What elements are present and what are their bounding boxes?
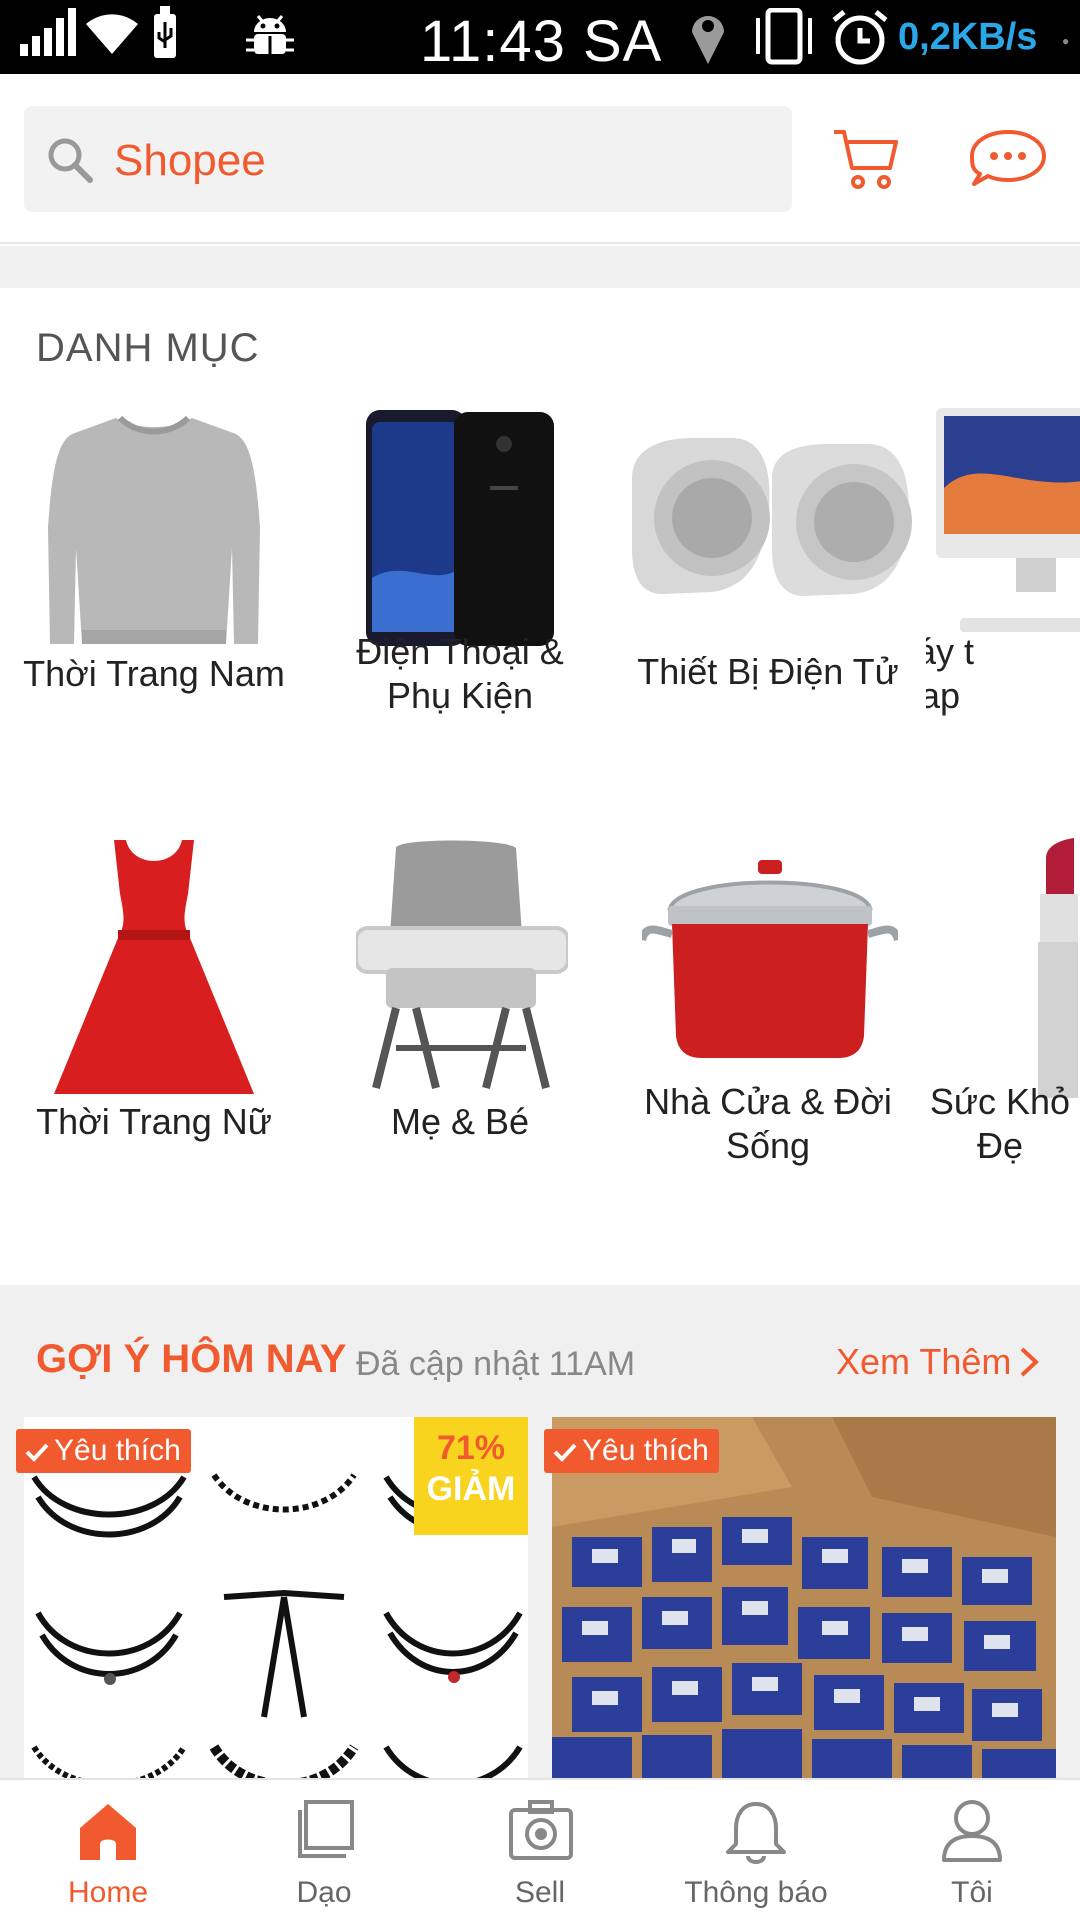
category-section: DANH MỤC Thời Trang Nam Điện Thoại & Phụ…: [0, 288, 1080, 1285]
favorite-badge: Yêu thích: [544, 1429, 719, 1473]
category-label: Nhà Cửa & Đời Sống: [644, 1081, 892, 1166]
chat-icon[interactable]: [970, 130, 1046, 191]
notification-dot: ●: [1062, 34, 1070, 48]
camera-icon: [508, 1798, 574, 1867]
daily-suggestions: GỢI Ý HÔM NAY Đã cập nhật 11AM Xem Thêm: [0, 1285, 1080, 1787]
nav-label: Dạo: [296, 1876, 352, 1909]
status-time: 11:43 SA: [420, 9, 663, 74]
suggestions-updated: Đã cập nhật 11AM: [356, 1345, 636, 1383]
nav-feed[interactable]: Dạo: [216, 1780, 432, 1920]
nav-notifications[interactable]: Thông báo: [648, 1780, 864, 1920]
lipstick-icon: [1034, 838, 1078, 1103]
usb-icon: [150, 6, 180, 65]
nav-home[interactable]: Home: [0, 1780, 216, 1920]
dress-icon: [54, 838, 254, 1103]
nav-label: Sell: [514, 1876, 566, 1909]
computer-icon: [936, 408, 1080, 653]
badge-label: Yêu thích: [582, 1434, 709, 1467]
section-divider: [0, 246, 1080, 288]
category-item-health-beauty[interactable]: Sức Khỏ Đẹ: [926, 838, 1080, 1198]
discount-label: GIẢM: [426, 1470, 516, 1508]
android-debug-icon: [244, 10, 296, 65]
signal-icon: [18, 8, 84, 61]
profile-icon: [940, 1798, 1004, 1867]
category-label: Máy t Lap: [926, 631, 974, 716]
suggestions-title: GỢI Ý HÔM NAY: [36, 1337, 347, 1381]
nav-label: Tôi: [951, 1876, 993, 1909]
feed-icon: [292, 1798, 356, 1867]
search-header: Shopee: [0, 74, 1080, 244]
network-speed: 0,2KB/s: [898, 16, 1038, 58]
bottom-navigation: Home Dạo Sell Thông báo Tôi: [0, 1778, 1080, 1920]
baby-seat-icon: [354, 838, 570, 1099]
nav-label: Home: [67, 1876, 149, 1909]
category-label: Thời Trang Nữ: [36, 1101, 272, 1142]
home-icon: [76, 1798, 140, 1867]
speakers-icon: [622, 438, 916, 609]
search-placeholder: Shopee: [114, 136, 266, 185]
app-screen: 11:43 SA 0,2KB/s ● Shopee DANH MỤC Thời …: [0, 0, 1080, 1920]
wifi-icon: [82, 10, 142, 61]
alarm-icon: [830, 8, 890, 71]
category-item-electronics[interactable]: Thiết Bị Điện Tử: [618, 408, 918, 728]
discount-percent: 71%: [436, 1429, 506, 1467]
badge-label: Yêu thích: [54, 1434, 181, 1467]
category-item-men-fashion[interactable]: Thời Trang Nam: [4, 408, 304, 728]
category-item-home-living[interactable]: Nhà Cửa & Đời Sống: [618, 838, 918, 1198]
search-icon: [46, 136, 94, 189]
category-label: Mẹ & Bé: [390, 1101, 530, 1142]
category-label: Sức Khỏ Đẹ: [929, 1081, 1071, 1166]
cart-icon[interactable]: [832, 126, 900, 197]
vibrate-icon: [752, 7, 818, 71]
sweater-icon: [46, 408, 262, 659]
category-title: DANH MỤC: [36, 326, 260, 370]
check-icon: [553, 1443, 577, 1462]
category-item-phones[interactable]: Điện Thoại & Phụ Kiện: [310, 408, 610, 738]
category-label: Thiết Bị Điện Tử: [637, 651, 899, 692]
see-more-link[interactable]: Xem Thêm: [836, 1341, 1011, 1383]
chevron-right-icon[interactable]: [1018, 1345, 1040, 1384]
category-label: Điện Thoại & Phụ Kiện: [356, 631, 564, 716]
search-bar[interactable]: Shopee: [24, 106, 792, 212]
pot-icon: [638, 860, 902, 1065]
favorite-badge: Yêu thích: [16, 1429, 191, 1473]
category-item-women-fashion[interactable]: Thời Trang Nữ: [4, 838, 304, 1168]
location-icon: [688, 8, 728, 69]
discount-tag: 71% GIẢM: [414, 1417, 528, 1535]
bell-icon: [724, 1798, 788, 1869]
status-bar: 11:43 SA 0,2KB/s ●: [0, 0, 1080, 74]
check-icon: [25, 1443, 49, 1462]
nav-label: Thông báo: [684, 1876, 828, 1909]
nav-profile[interactable]: Tôi: [864, 1780, 1080, 1920]
category-item-computers[interactable]: Máy t Lap: [926, 408, 1080, 738]
category-item-mom-baby[interactable]: Mẹ & Bé: [310, 838, 610, 1168]
nav-sell[interactable]: Sell: [432, 1780, 648, 1920]
category-label: Thời Trang Nam: [23, 653, 285, 694]
phone-icon: [364, 408, 560, 653]
